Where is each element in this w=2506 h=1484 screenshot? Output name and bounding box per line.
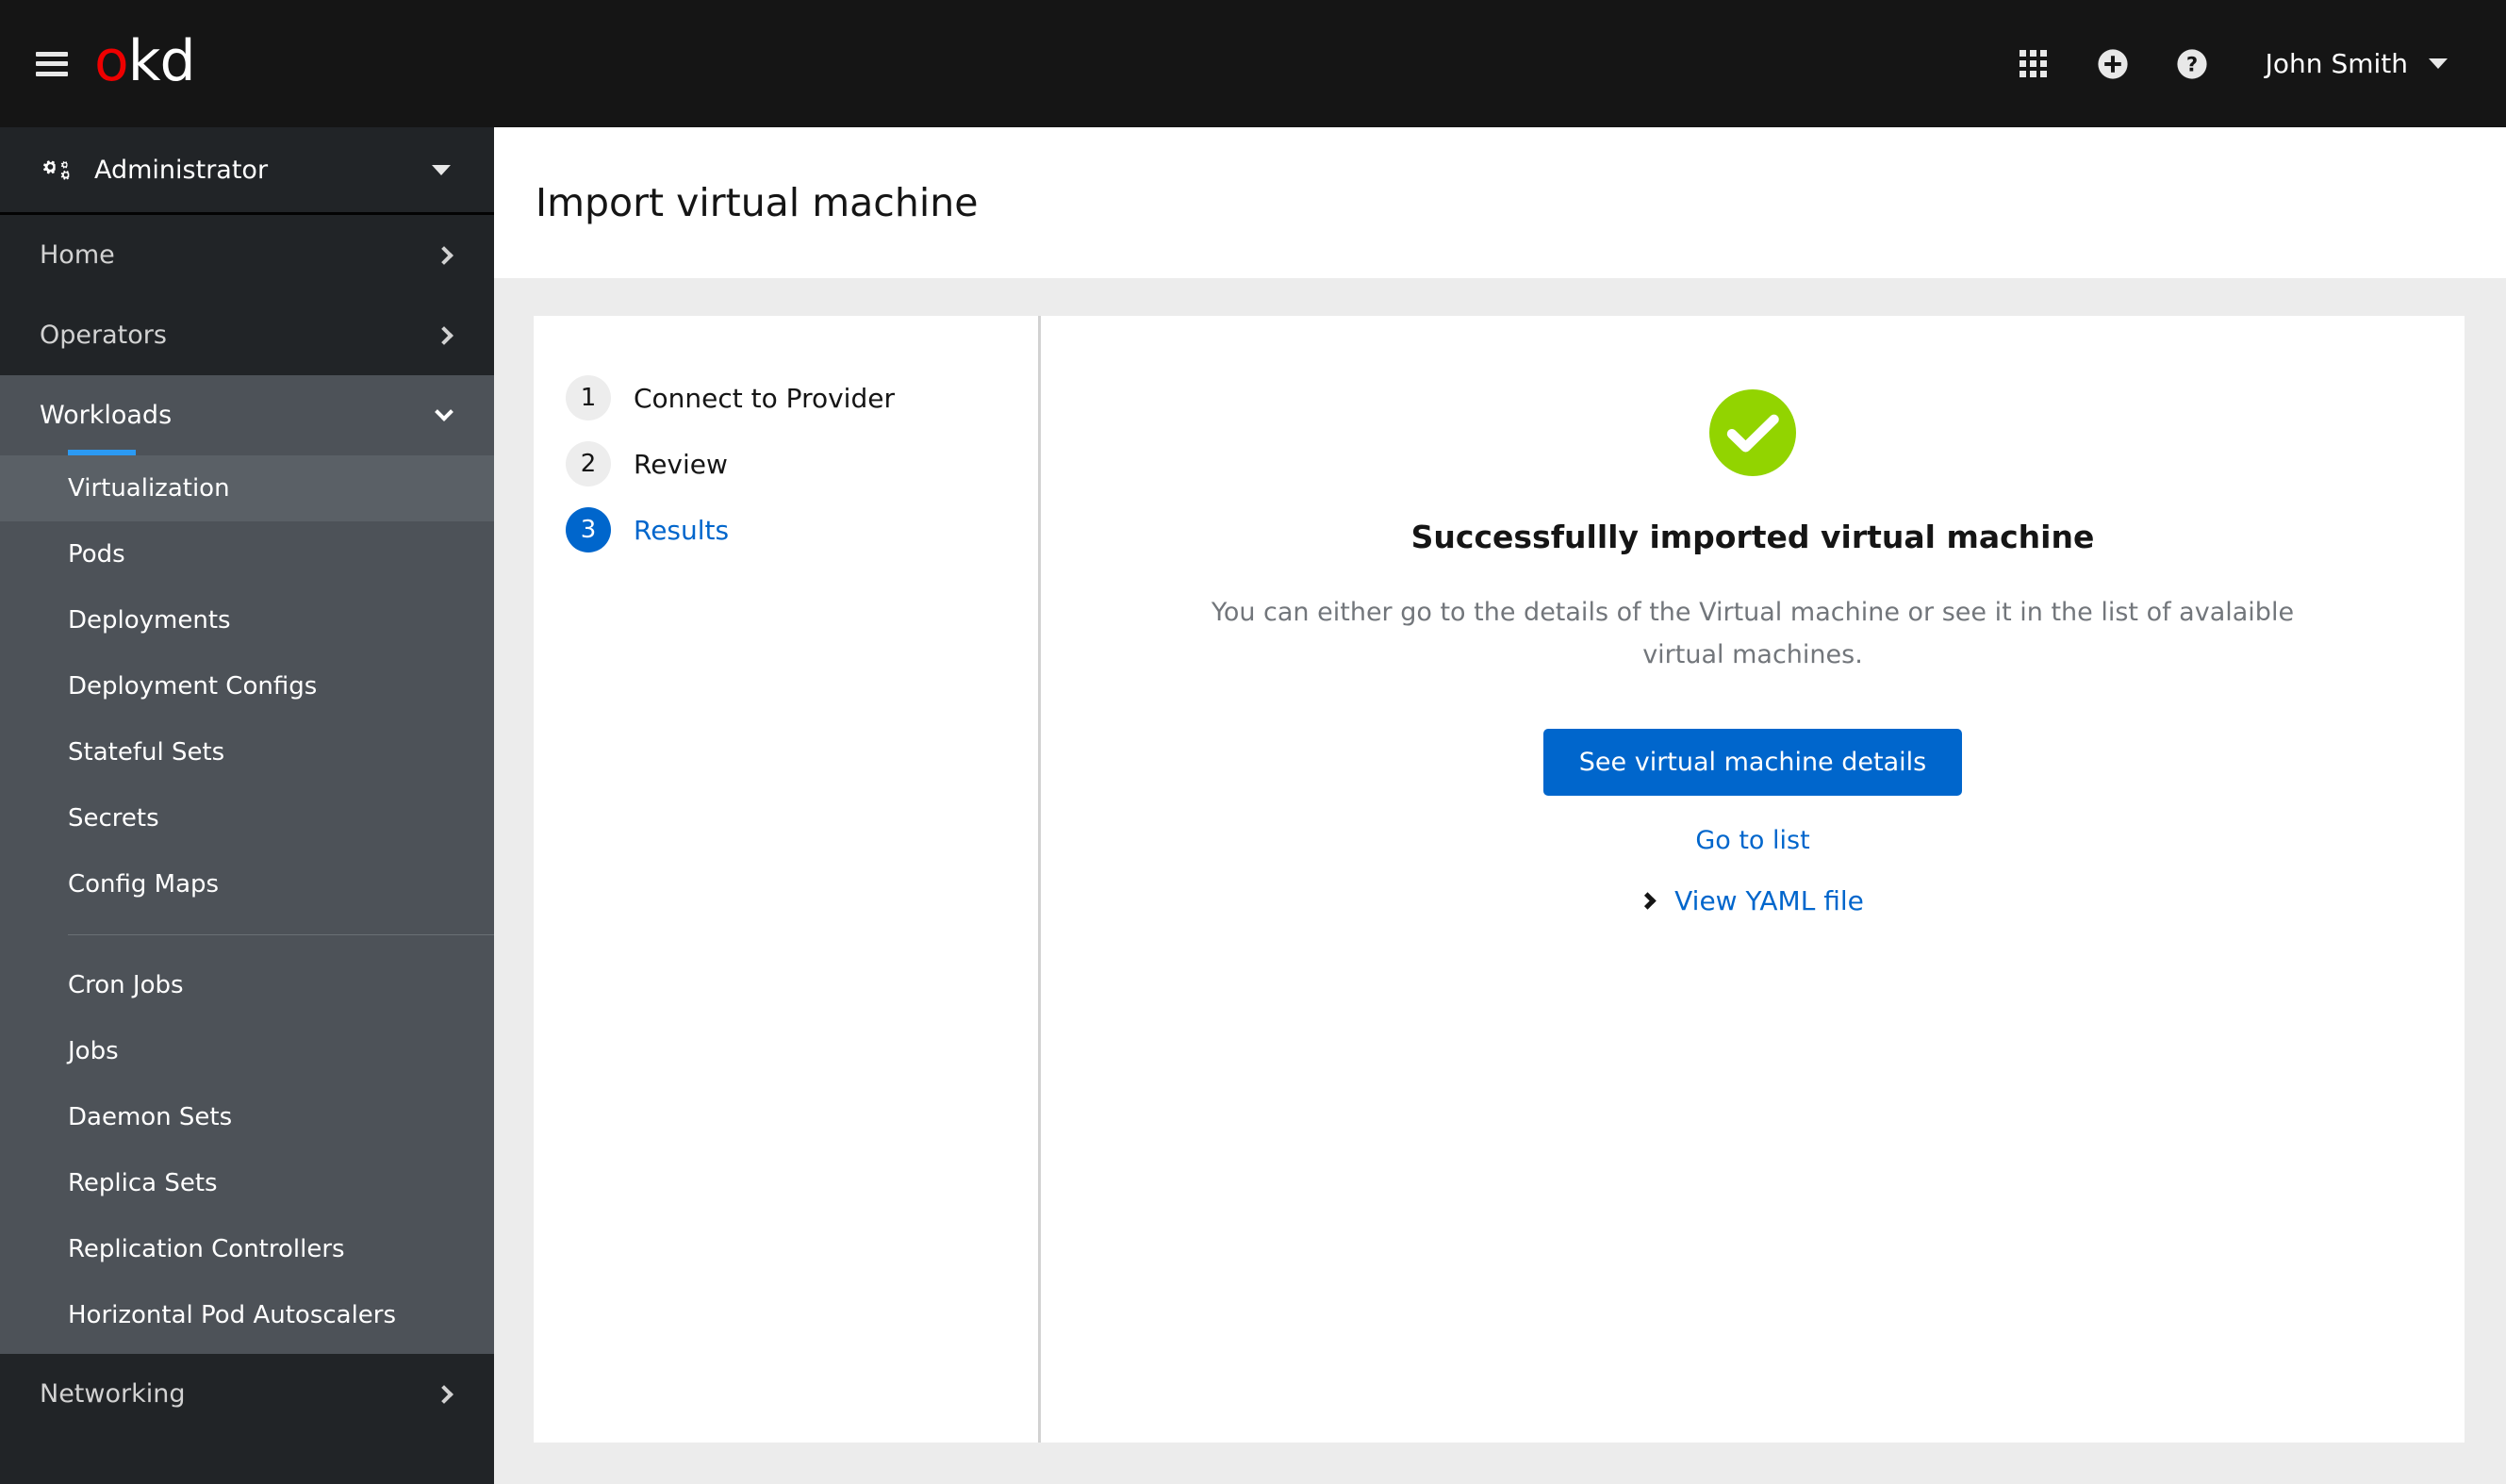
perspective-label: Administrator bbox=[94, 155, 269, 185]
apps-grid-icon[interactable] bbox=[1994, 25, 2073, 104]
chevron-down-icon bbox=[435, 403, 453, 421]
sidebar-item-secrets-label: Secrets bbox=[68, 804, 159, 833]
sidebar-item-virtualization-label: Virtualization bbox=[68, 474, 230, 503]
chevron-right-icon bbox=[435, 1384, 453, 1404]
sidebar-item-pods-label: Pods bbox=[68, 540, 125, 569]
sidebar: Administrator Home Operators Workloads V… bbox=[0, 127, 494, 1484]
sidebar-item-config-maps[interactable]: Config Maps bbox=[0, 851, 494, 917]
hamburger-icon[interactable] bbox=[36, 51, 68, 76]
plus-circle-icon-glyph bbox=[2098, 48, 2128, 79]
sidebar-divider bbox=[68, 934, 494, 935]
chevron-right-icon bbox=[435, 245, 453, 265]
wizard-step-connect-to-provider[interactable]: 1 Connect to Provider bbox=[534, 365, 1038, 431]
sidebar-item-deployments-label: Deployments bbox=[68, 606, 231, 635]
sidebar-item-home-label: Home bbox=[40, 240, 115, 270]
sidebar-subnav-workloads: Virtualization Pods Deployments Deployme… bbox=[0, 450, 494, 1354]
sidebar-item-replication-controllers[interactable]: Replication Controllers bbox=[0, 1216, 494, 1282]
sidebar-item-deployment-configs-label: Deployment Configs bbox=[68, 672, 318, 701]
help-circle-icon[interactable]: ? bbox=[2152, 25, 2232, 104]
chevron-right-icon bbox=[435, 325, 453, 345]
sidebar-item-replica-sets-label: Replica Sets bbox=[68, 1169, 218, 1197]
sidebar-item-horizontal-pod-autoscalers[interactable]: Horizontal Pod Autoscalers bbox=[0, 1282, 494, 1348]
check-circle-icon bbox=[1709, 389, 1796, 481]
masthead-actions: ? John Smith bbox=[1994, 25, 2506, 104]
see-virtual-machine-details-button[interactable]: See virtual machine details bbox=[1542, 729, 1963, 796]
sidebar-item-stateful-sets[interactable]: Stateful Sets bbox=[0, 719, 494, 785]
sidebar-item-daemon-sets[interactable]: Daemon Sets bbox=[0, 1084, 494, 1150]
sidebar-item-pods[interactable]: Pods bbox=[0, 521, 494, 587]
sidebar-item-replica-sets[interactable]: Replica Sets bbox=[0, 1150, 494, 1216]
cogs-icon bbox=[43, 156, 74, 184]
logo-letters-kd: kd bbox=[127, 27, 196, 94]
page-title: Import virtual machine bbox=[536, 180, 979, 225]
wizard-step-label: Connect to Provider bbox=[634, 382, 895, 414]
sidebar-item-config-maps-label: Config Maps bbox=[68, 870, 220, 899]
perspective-caret-down-icon bbox=[432, 164, 451, 175]
sidebar-item-networking[interactable]: Networking bbox=[0, 1354, 494, 1434]
sidebar-item-home[interactable]: Home bbox=[0, 215, 494, 295]
wizard-card: 1 Connect to Provider 2 Review 3 Results… bbox=[534, 316, 2465, 1443]
perspective-switcher[interactable]: Administrator bbox=[0, 127, 494, 215]
wizard-step-label: Review bbox=[634, 448, 728, 480]
sidebar-item-jobs-label: Jobs bbox=[68, 1037, 119, 1065]
sidebar-item-secrets[interactable]: Secrets bbox=[0, 785, 494, 851]
wizard-content-results: Successfullly imported virtual machine Y… bbox=[1041, 316, 2465, 1443]
sidebar-item-workloads-label: Workloads bbox=[40, 401, 173, 430]
user-name-label: John Smith bbox=[2265, 48, 2408, 79]
success-description: You can either go to the details of the … bbox=[1211, 598, 2295, 669]
user-menu[interactable]: John Smith bbox=[2266, 48, 2451, 79]
plus-circle-icon[interactable] bbox=[2073, 25, 2152, 104]
view-yaml-file-toggle[interactable]: View YAML file bbox=[1639, 885, 1864, 916]
active-indicator-bar bbox=[68, 450, 136, 455]
go-to-list-link[interactable]: Go to list bbox=[1695, 826, 1809, 855]
sidebar-item-jobs[interactable]: Jobs bbox=[0, 1018, 494, 1084]
masthead: okd ? John Smith bbox=[0, 0, 2506, 127]
page-header: Import virtual machine bbox=[494, 127, 2506, 278]
wizard-step-review[interactable]: 2 Review bbox=[534, 431, 1038, 497]
sidebar-item-virtualization[interactable]: Virtualization bbox=[0, 450, 494, 521]
wizard-step-nav: 1 Connect to Provider 2 Review 3 Results bbox=[534, 316, 1041, 1443]
step-number-badge: 1 bbox=[566, 375, 611, 420]
sidebar-item-workloads[interactable]: Workloads bbox=[0, 375, 494, 455]
sidebar-item-replication-controllers-label: Replication Controllers bbox=[68, 1235, 345, 1263]
grid-icon-glyph bbox=[2020, 50, 2048, 77]
sidebar-item-deployment-configs[interactable]: Deployment Configs bbox=[0, 653, 494, 719]
sidebar-item-operators-label: Operators bbox=[40, 321, 167, 350]
wizard-step-results[interactable]: 3 Results bbox=[534, 497, 1038, 563]
svg-text:?: ? bbox=[2185, 53, 2197, 76]
success-heading: Successfullly imported virtual machine bbox=[1410, 519, 2095, 555]
sidebar-item-cron-jobs[interactable]: Cron Jobs bbox=[0, 952, 494, 1018]
caret-down-icon bbox=[2429, 58, 2448, 69]
wizard-step-label: Results bbox=[634, 514, 730, 546]
view-yaml-file-label: View YAML file bbox=[1674, 885, 1864, 916]
sidebar-item-operators[interactable]: Operators bbox=[0, 295, 494, 375]
sidebar-item-stateful-sets-label: Stateful Sets bbox=[68, 738, 225, 767]
question-circle-icon-glyph: ? bbox=[2177, 48, 2207, 79]
sidebar-item-daemon-sets-label: Daemon Sets bbox=[68, 1103, 233, 1131]
step-number-badge: 3 bbox=[566, 507, 611, 552]
sidebar-item-networking-label: Networking bbox=[40, 1379, 186, 1409]
okd-logo[interactable]: okd bbox=[94, 33, 196, 95]
main-content: Import virtual machine 1 Connect to Prov… bbox=[494, 127, 2506, 1484]
logo-letter-o: o bbox=[94, 27, 129, 94]
sidebar-item-cron-jobs-label: Cron Jobs bbox=[68, 971, 184, 999]
sidebar-nav: Home Operators Workloads Virtualization … bbox=[0, 215, 494, 1434]
sidebar-item-horizontal-pod-autoscalers-label: Horizontal Pod Autoscalers bbox=[68, 1301, 397, 1329]
step-number-badge: 2 bbox=[566, 441, 611, 486]
chevron-right-icon bbox=[1639, 892, 1657, 910]
sidebar-item-deployments[interactable]: Deployments bbox=[0, 587, 494, 653]
